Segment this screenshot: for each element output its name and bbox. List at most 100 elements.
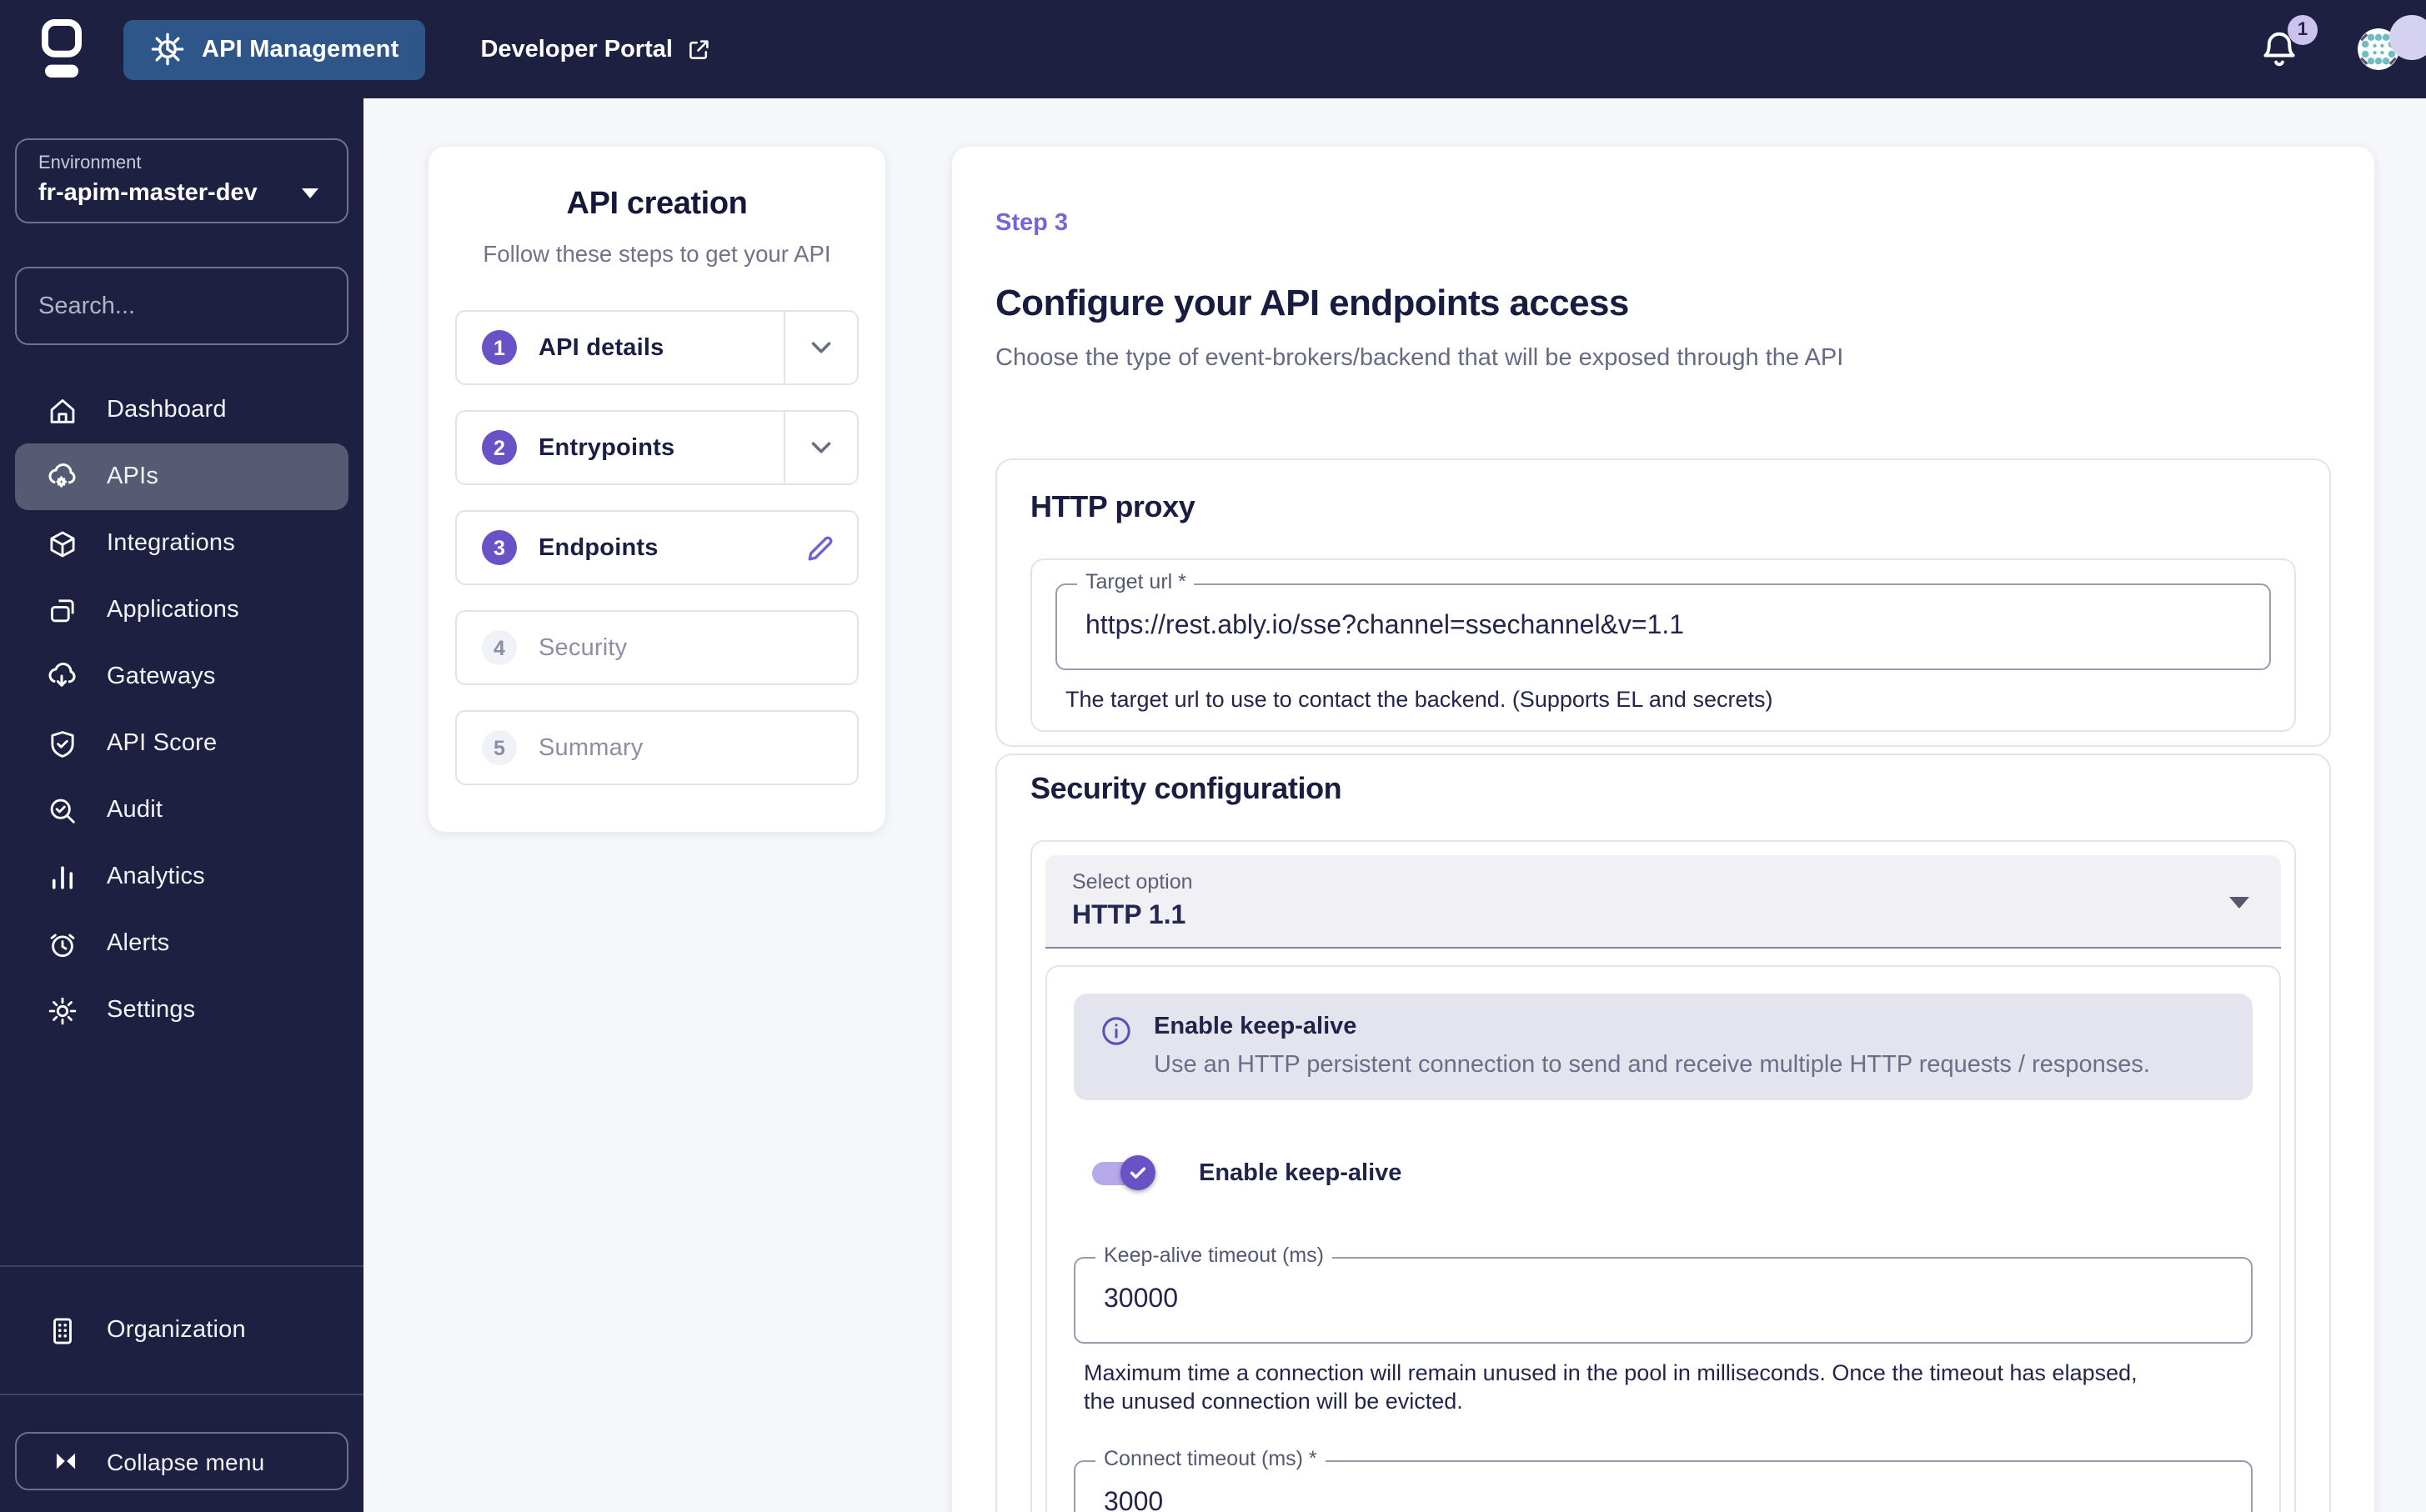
- environment-label: Environment: [38, 153, 142, 173]
- select-value: HTTP 1.1: [1072, 902, 1186, 931]
- sidebar-item-label: Alerts: [107, 930, 170, 957]
- content-area: API creation Follow these steps to get y…: [363, 98, 2426, 1512]
- sidebar-item-applications[interactable]: Applications: [15, 577, 348, 643]
- shield-check-icon: [45, 727, 78, 760]
- keep-alive-group: Enable keep-alive Use an HTTP persistent…: [1057, 978, 2269, 1512]
- sidebar-item-label: Gateways: [107, 663, 216, 690]
- keep-alive-timeout-input[interactable]: [1075, 1259, 2251, 1343]
- developer-portal-label: Developer Portal: [480, 36, 673, 63]
- endpoints-step-card: Step 3 Configure your API endpoints acce…: [952, 147, 2374, 1512]
- step-row-summary[interactable]: 5 Summary: [455, 710, 859, 785]
- page-subtitle: Choose the type of event-brokers/backend…: [995, 345, 1844, 372]
- target-url-input[interactable]: [1057, 585, 2269, 668]
- sidebar-item-label: API Score: [107, 730, 218, 757]
- connect-timeout-field: Connect timeout (ms) *: [1074, 1447, 2253, 1512]
- sidebar-nav: Dashboard APIs Integrations Applications: [0, 377, 363, 1044]
- tab-developer-portal[interactable]: Developer Portal: [480, 36, 713, 63]
- sidebar-item-api-score[interactable]: API Score: [15, 710, 348, 777]
- environment-selector[interactable]: Environment fr-apim-master-dev: [15, 138, 348, 223]
- keep-alive-timeout-field: Keep-alive timeout (ms): [1074, 1244, 2253, 1344]
- security-options-group: Select option HTTP 1.1 Enable keep-alive…: [1030, 840, 2296, 1512]
- app-window: API Management Developer Portal 1 Enviro…: [0, 0, 2426, 1512]
- sidebar-item-analytics[interactable]: Analytics: [15, 844, 348, 910]
- step-number-badge: 1: [482, 330, 517, 365]
- toggle-thumb: [1120, 1155, 1155, 1191]
- check-icon: [1130, 1168, 1146, 1179]
- sidebar-item-organization[interactable]: Organization: [0, 1267, 363, 1394]
- sidebar-item-settings[interactable]: Settings: [15, 977, 348, 1044]
- step-label: Security: [539, 634, 628, 661]
- step-row-security[interactable]: 4 Security: [455, 610, 859, 685]
- step-label: Entrypoints: [539, 434, 675, 461]
- cube-icon: [45, 527, 78, 560]
- chevron-down-icon[interactable]: [784, 312, 857, 383]
- search-input[interactable]: [38, 293, 350, 319]
- sidebar-item-audit[interactable]: Audit: [15, 777, 348, 844]
- collapse-menu-button[interactable]: Collapse menu: [15, 1432, 348, 1490]
- keep-alive-info-banner: Enable keep-alive Use an HTTP persistent…: [1074, 994, 2253, 1101]
- sidebar-item-apis[interactable]: APIs: [15, 443, 348, 510]
- keep-alive-timeout-helper: Maximum time a connection will remain un…: [1084, 1360, 2138, 1414]
- keep-alive-toggle-label: Enable keep-alive: [1199, 1159, 1402, 1187]
- sidebar-item-label: Applications: [107, 597, 239, 623]
- http-proxy-card: HTTP proxy Target url * The target url t…: [995, 458, 2331, 748]
- step-number-badge: 2: [482, 430, 517, 465]
- environment-value: fr-apim-master-dev: [38, 180, 258, 207]
- security-configuration-heading: Security configuration: [1030, 772, 1342, 806]
- step-indicator: Step 3: [995, 210, 1069, 237]
- keep-alive-outer-group: Enable keep-alive Use an HTTP persistent…: [1045, 965, 2281, 1512]
- tab-api-management[interactable]: API Management: [123, 19, 426, 79]
- select-label: Select option: [1072, 870, 1193, 894]
- collapse-icon: [48, 1444, 82, 1478]
- step-row-endpoints[interactable]: 3 Endpoints: [455, 510, 859, 585]
- http-version-select[interactable]: Select option HTTP 1.1: [1045, 855, 2281, 949]
- step-row-api-details[interactable]: 1 API details: [455, 310, 859, 385]
- home-icon: [45, 393, 78, 427]
- step-label: Summary: [539, 734, 644, 761]
- sidebar-item-gateways[interactable]: Gateways: [15, 643, 348, 710]
- bar-chart-icon: [45, 860, 78, 894]
- keep-alive-toggle[interactable]: [1092, 1155, 1155, 1191]
- step-label: Endpoints: [539, 534, 659, 561]
- apps-icon: [45, 593, 78, 627]
- sidebar-divider: [0, 1394, 363, 1395]
- external-link-icon: [690, 39, 709, 58]
- sidebar-item-alerts[interactable]: Alerts: [15, 910, 348, 977]
- security-configuration-card: Security configuration Select option HTT…: [995, 753, 2331, 1512]
- step-row-entrypoints[interactable]: 2 Entrypoints: [455, 410, 859, 485]
- stepper-title: API creation: [566, 187, 748, 222]
- collapse-menu-label: Collapse menu: [107, 1448, 265, 1474]
- target-url-field: Target url *: [1055, 570, 2271, 670]
- sidebar-search[interactable]: [15, 267, 350, 345]
- sidebar-item-label: Integrations: [107, 530, 235, 557]
- sidebar-item-label: Settings: [107, 997, 196, 1024]
- notifications-button[interactable]: 1: [2258, 14, 2318, 73]
- http-proxy-heading: HTTP proxy: [1030, 490, 1195, 523]
- edit-pencil-icon[interactable]: [784, 531, 857, 564]
- keep-alive-timeout-label: Keep-alive timeout (ms): [1095, 1244, 1332, 1268]
- top-bar: API Management Developer Portal 1: [0, 0, 2426, 98]
- step-number-badge: 3: [482, 530, 517, 565]
- search-check-icon: [45, 794, 78, 827]
- gravitee-logo-icon: [42, 18, 82, 77]
- chevron-down-icon: [302, 188, 318, 198]
- connect-timeout-label: Connect timeout (ms) *: [1095, 1447, 1326, 1471]
- stepper-subtitle: Follow these steps to get your API: [483, 242, 831, 267]
- step-number-badge: 4: [482, 630, 517, 665]
- select-caret-icon: [2229, 896, 2249, 909]
- target-url-helper: The target url to use to contact the bac…: [1065, 687, 1773, 712]
- sidebar-item-label: Dashboard: [107, 397, 227, 423]
- api-management-label: API Management: [202, 36, 399, 63]
- info-banner-title: Enable keep-alive: [1154, 1014, 1357, 1041]
- cloud-download-icon: [45, 660, 78, 693]
- sidebar-item-label: Audit: [107, 797, 163, 824]
- chevron-down-icon[interactable]: [784, 412, 857, 483]
- keep-alive-toggle-row: Enable keep-alive: [1092, 1155, 2253, 1191]
- gear-icon: [45, 994, 78, 1027]
- step-number-badge: 5: [482, 730, 517, 765]
- stepper-steps: 1 API details 2 Entrypoints 3 Endpoints …: [455, 310, 859, 785]
- sidebar-item-integrations[interactable]: Integrations: [15, 510, 348, 577]
- sidebar-item-label: Analytics: [107, 864, 205, 890]
- sidebar-item-dashboard[interactable]: Dashboard: [15, 377, 348, 443]
- organization-label: Organization: [107, 1317, 246, 1344]
